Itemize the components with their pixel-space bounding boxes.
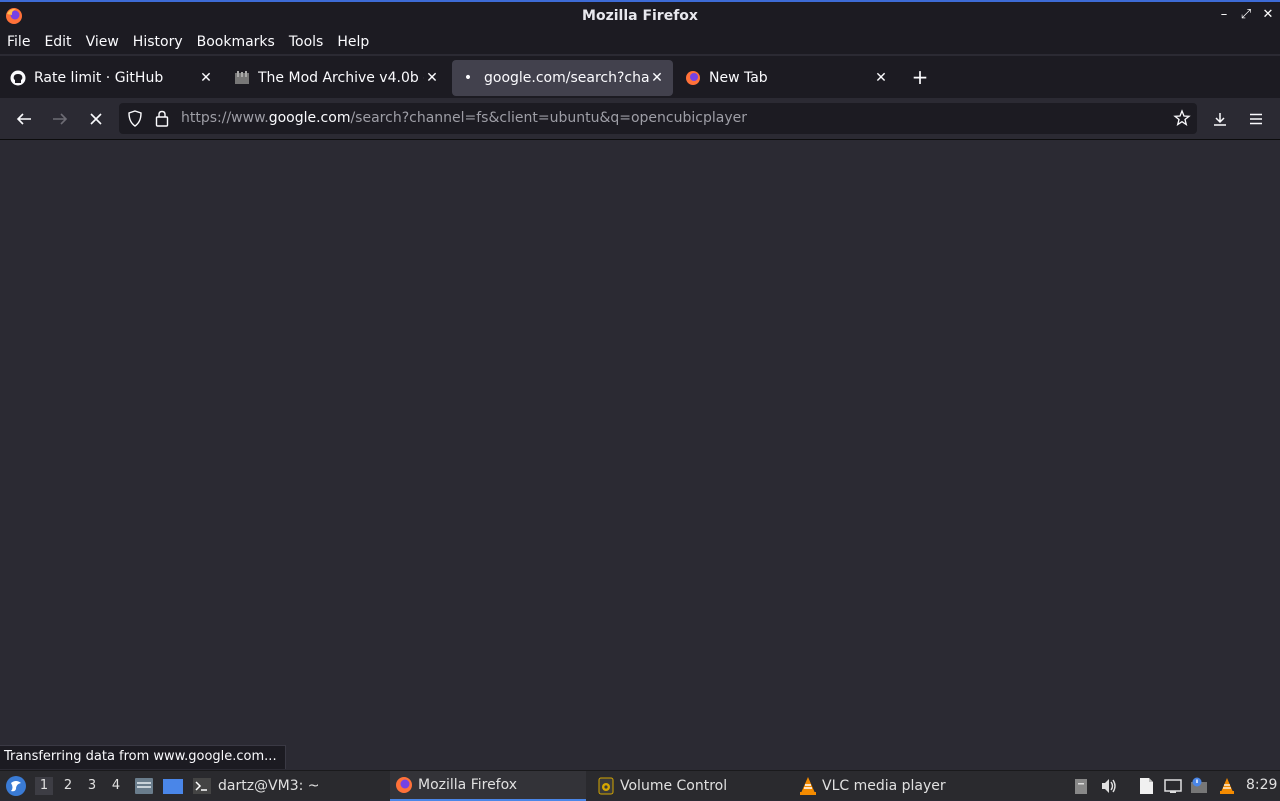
volume-icon[interactable] — [1100, 777, 1118, 795]
github-icon — [10, 70, 26, 86]
taskbar-item-label: Volume Control — [620, 778, 728, 794]
firefox-icon — [686, 71, 700, 85]
hamburger-menu-icon — [1250, 113, 1262, 125]
bookmark-star-icon[interactable] — [1173, 109, 1191, 127]
taskbar-terminal[interactable]: dartz@VM3: ~ — [192, 771, 382, 801]
workspace-4[interactable]: 4 — [107, 777, 125, 795]
minimize-icon[interactable]: – — [1218, 8, 1230, 22]
stop-x-icon — [90, 113, 102, 125]
workspace-2[interactable]: 2 — [59, 777, 77, 795]
tab-bar: Rate limit · GitHub ✕ The Mod Archive v4… — [0, 56, 1280, 98]
workspace-1[interactable]: 1 — [35, 777, 53, 795]
tab-label: Rate limit · GitHub — [34, 70, 164, 86]
loading-dot-icon: • — [463, 70, 473, 86]
close-icon[interactable]: ✕ — [873, 70, 889, 86]
tab-label: The Mod Archive v4.0b - — [258, 70, 424, 86]
clipboard-icon[interactable] — [1072, 777, 1090, 795]
clock[interactable]: 8:29 — [1246, 777, 1277, 793]
close-icon[interactable]: ✕ — [424, 70, 440, 86]
menu-view[interactable]: View — [86, 34, 119, 50]
taskbar: 1 2 3 4 dartz@VM3: ~ Mozilla Firefox Vol… — [0, 770, 1280, 801]
firefox-icon — [396, 777, 412, 793]
taskbar-item-label: Mozilla Firefox — [418, 777, 518, 793]
taskbar-firefox[interactable]: Mozilla Firefox — [390, 771, 586, 801]
taskbar-vlc[interactable]: VLC media player — [798, 771, 994, 801]
forward-button[interactable] — [48, 108, 72, 130]
menu-edit[interactable]: Edit — [44, 34, 71, 50]
network-icon[interactable] — [1164, 777, 1182, 795]
navigation-toolbar: https://www.google.com/search?channel=fs… — [0, 98, 1280, 140]
menu-help[interactable]: Help — [337, 34, 369, 50]
window-title: Mozilla Firefox — [582, 8, 698, 24]
workspace-3[interactable]: 3 — [83, 777, 101, 795]
app-menu-button[interactable] — [1244, 108, 1268, 130]
new-tab-button[interactable]: + — [910, 67, 930, 87]
maximize-icon[interactable]: ⤢ — [1240, 8, 1252, 22]
url-text[interactable]: https://www.google.com/search?channel=fs… — [181, 110, 747, 126]
speaker-icon — [598, 777, 614, 795]
tab-label: google.com/search?chan — [484, 70, 649, 86]
menu-tools[interactable]: Tools — [289, 34, 324, 50]
tab-label: New Tab — [709, 70, 768, 86]
vlc-icon — [800, 777, 816, 795]
stop-button[interactable] — [84, 108, 108, 130]
close-icon[interactable]: ✕ — [1262, 8, 1274, 22]
close-icon[interactable]: ✕ — [649, 70, 665, 86]
modarchive-icon — [235, 71, 249, 84]
plus-icon: + — [911, 65, 929, 89]
back-button[interactable] — [12, 108, 36, 130]
menu-file[interactable]: File — [7, 34, 30, 50]
vlc-icon[interactable] — [1218, 777, 1236, 795]
tab-modarchive[interactable]: The Mod Archive v4.0b - ✕ — [226, 60, 448, 96]
taskbar-item-label: VLC media player — [822, 778, 946, 794]
arrow-left-icon — [16, 113, 31, 125]
notes-icon[interactable] — [1137, 777, 1155, 795]
tab-new-tab[interactable]: New Tab ✕ — [677, 60, 897, 96]
terminal-icon — [193, 778, 211, 794]
start-menu-icon[interactable] — [5, 775, 27, 797]
status-panel: Transferring data from www.google.com... — [0, 745, 286, 769]
desktop-icon[interactable] — [162, 776, 184, 796]
menu-bar: File Edit View History Bookmarks Tools H… — [0, 30, 1280, 54]
firefox-icon — [6, 8, 22, 24]
url-bar[interactable]: https://www.google.com/search?channel=fs… — [119, 103, 1197, 134]
tab-google-search[interactable]: • google.com/search?chan ✕ — [452, 60, 673, 96]
tab-github[interactable]: Rate limit · GitHub ✕ — [2, 60, 222, 96]
url-host: google.com — [268, 110, 351, 126]
tracking-shield-icon[interactable] — [127, 110, 143, 127]
file-manager-icon[interactable] — [134, 776, 154, 796]
taskbar-item-label: dartz@VM3: ~ — [218, 778, 320, 794]
page-content — [0, 140, 1280, 770]
url-path: /search?channel=fs&client=ubuntu&q=openc… — [350, 110, 747, 126]
menu-bookmarks[interactable]: Bookmarks — [197, 34, 275, 50]
url-prefix: https://www. — [181, 110, 269, 126]
arrow-right-icon — [53, 113, 68, 125]
window-titlebar: Mozilla Firefox – ⤢ ✕ — [0, 0, 1280, 30]
update-notifier-icon[interactable] — [1190, 777, 1208, 795]
taskbar-volume-control[interactable]: Volume Control — [596, 771, 792, 801]
menu-history[interactable]: History — [133, 34, 183, 50]
download-icon — [1214, 113, 1226, 126]
downloads-button[interactable] — [1208, 108, 1232, 130]
close-icon[interactable]: ✕ — [198, 70, 214, 86]
lock-icon[interactable] — [155, 110, 169, 127]
